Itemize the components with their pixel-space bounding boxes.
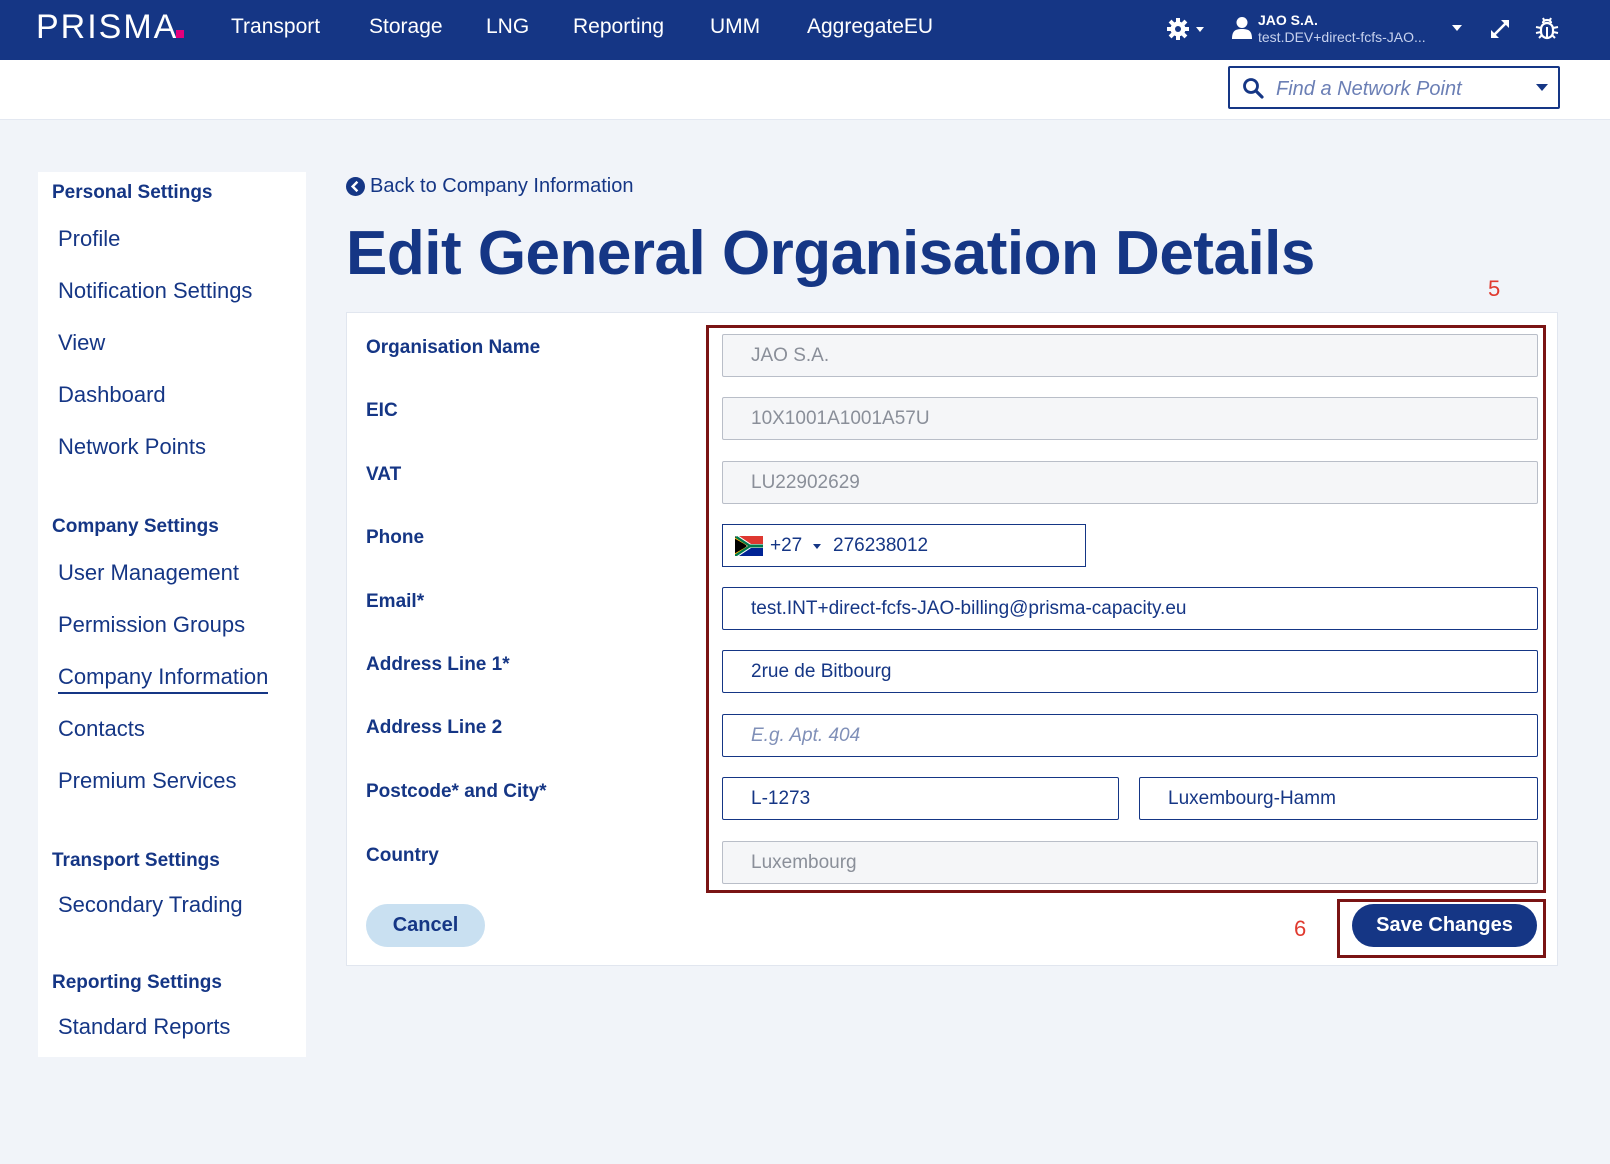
sidebar-heading-transport: Transport Settings (52, 850, 220, 871)
user-email: test.DEV+direct-fcfs-JAO... (1258, 29, 1426, 45)
postcode-field[interactable]: L-1273 (722, 777, 1119, 820)
report-bug-button[interactable] (1534, 15, 1560, 41)
nav-transport[interactable]: Transport (231, 15, 320, 39)
sidebar-item-standard-reports[interactable]: Standard Reports (58, 1014, 230, 1040)
phone-number-input[interactable]: 276238012 (833, 535, 928, 557)
organisation-name-label: Organisation Name (366, 337, 541, 358)
email-label: Email* (366, 591, 425, 612)
organisation-name-field: JAO S.A. (722, 334, 1538, 377)
gear-icon (1167, 18, 1204, 40)
eic-field: 10X1001A1001A57U (722, 397, 1538, 440)
page-title: Edit General Organisation Details (346, 219, 1315, 288)
eic-label: EIC (366, 400, 398, 421)
sidebar-heading-company: Company Settings (52, 516, 219, 537)
sidebar-item-premium-services[interactable]: Premium Services (58, 768, 236, 794)
fullscreen-button[interactable] (1488, 17, 1512, 41)
expand-icon (1491, 20, 1509, 38)
sidebar-item-secondary-trading[interactable]: Secondary Trading (58, 892, 243, 918)
top-nav-bar: PRISMA Transport Storage LNG Reporting U… (0, 0, 1610, 60)
country-label: Country (366, 845, 439, 866)
user-name: JAO S.A. (1258, 12, 1318, 28)
user-menu[interactable]: JAO S.A. test.DEV+direct-fcfs-JAO... (1232, 12, 1462, 48)
user-icon (1232, 17, 1252, 39)
sidebar-heading-reporting: Reporting Settings (52, 972, 222, 993)
sidebar-item-profile[interactable]: Profile (58, 226, 120, 252)
address-line-2-field[interactable]: E.g. Apt. 404 (722, 714, 1538, 757)
back-to-company-information-link[interactable]: Back to Company Information (370, 175, 633, 198)
vat-field: LU22902629 (722, 461, 1538, 504)
back-arrow-icon[interactable] (346, 177, 365, 196)
sidebar-item-company-information[interactable]: Company Information (58, 664, 269, 694)
nav-reporting[interactable]: Reporting (573, 15, 664, 39)
settings-sidebar: Personal Settings Profile Notification S… (38, 172, 306, 1057)
chevron-down-icon[interactable] (1536, 84, 1548, 92)
sidebar-item-user-management[interactable]: User Management (58, 560, 239, 586)
settings-gear-menu[interactable] (1166, 16, 1210, 44)
nav-aggregateeu[interactable]: AggregateEU (807, 15, 933, 39)
country-field: Luxembourg (722, 841, 1538, 884)
postcode-city-label: Postcode* and City* (366, 781, 547, 802)
sidebar-item-view[interactable]: View (58, 330, 105, 356)
chevron-down-icon[interactable] (813, 544, 821, 549)
annotation-marker-6: 6 (1294, 916, 1307, 941)
dial-code[interactable]: +27 (770, 535, 802, 557)
sidebar-item-permission-groups[interactable]: Permission Groups (58, 612, 245, 638)
sidebar-item-contacts[interactable]: Contacts (58, 716, 145, 742)
cancel-button[interactable]: Cancel (366, 904, 485, 947)
sidebar-item-notification-settings[interactable]: Notification Settings (58, 278, 252, 304)
vat-label: VAT (366, 464, 402, 485)
sidebar-item-network-points[interactable]: Network Points (58, 434, 206, 460)
email-field[interactable]: test.INT+direct-fcfs-JAO-billing@prisma-… (722, 587, 1538, 630)
logo-dot (176, 30, 184, 38)
nav-umm[interactable]: UMM (710, 15, 760, 39)
city-field[interactable]: Luxembourg-Hamm (1139, 777, 1538, 820)
sidebar-heading-personal: Personal Settings (52, 182, 213, 203)
bug-icon (1535, 17, 1559, 40)
chevron-down-icon (1452, 25, 1462, 31)
address-line-1-label: Address Line 1* (366, 654, 510, 675)
nav-lng[interactable]: LNG (486, 15, 529, 39)
sidebar-item-dashboard[interactable]: Dashboard (58, 382, 166, 408)
annotation-marker-5: 5 (1488, 276, 1501, 301)
network-point-search[interactable]: Find a Network Point (1228, 66, 1560, 109)
south-africa-flag-icon[interactable] (735, 536, 763, 556)
prisma-logo[interactable]: PRISMA (36, 8, 178, 47)
address-line-2-label: Address Line 2 (366, 717, 503, 738)
save-changes-button[interactable]: Save Changes (1352, 904, 1537, 947)
phone-field[interactable]: +27 276238012 (722, 524, 1086, 567)
search-input[interactable]: Find a Network Point (1276, 78, 1462, 101)
address-line-1-field[interactable]: 2rue de Bitbourg (722, 650, 1538, 693)
search-icon (1243, 78, 1264, 99)
nav-storage[interactable]: Storage (369, 15, 443, 39)
phone-label: Phone (366, 527, 425, 548)
